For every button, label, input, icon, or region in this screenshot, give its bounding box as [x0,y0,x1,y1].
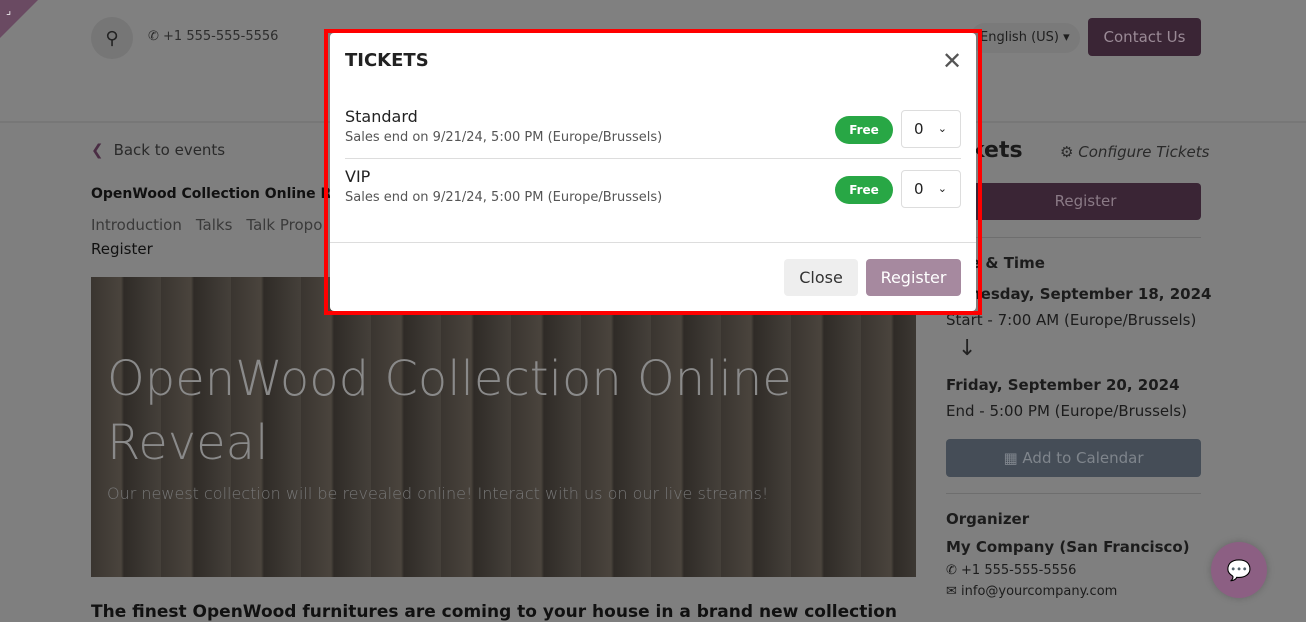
ticket-sales-end: Sales end on 9/21/24, 5:00 PM (Europe/Br… [345,130,663,145]
close-icon[interactable]: ✕ [942,47,962,75]
phone-icon: ✆ [946,563,962,578]
chat-icon: 💬 [1226,558,1252,582]
hero-subtitle: Our newest collection will be revealed o… [107,484,769,503]
quantity-select[interactable]: 0 ⌄ [901,170,961,208]
register-button[interactable]: Register [866,259,961,296]
calendar-icon: ▦ [1003,449,1023,467]
modal-footer-divider [330,242,976,243]
back-to-events-link[interactable]: ❮ Back to events [91,141,225,159]
divider [946,493,1201,494]
event-nav: Introduction Talks Talk Propo [91,216,336,234]
chevron-down-icon: ⌄ [937,182,947,195]
envelope-icon: ✉ [946,584,962,599]
quantity-select[interactable]: 0 ⌄ [901,110,961,148]
add-to-calendar-button[interactable]: ▦ Add to Calendar [946,439,1201,477]
tickets-modal: TICKETS ✕ Standard Sales end on 9/21/24,… [330,33,976,311]
phone-icon: ✆ [148,29,164,44]
tab-register[interactable]: Register [91,240,153,258]
tab-introduction[interactable]: Introduction [91,216,182,234]
chevron-down-icon: ⌄ [937,122,947,135]
event-hero-banner: OpenWood Collection Online Reveal Our ne… [91,277,916,577]
tab-talks[interactable]: Talks [196,216,233,234]
hero-title: OpenWood Collection Online Reveal [107,351,792,471]
section-heading: The finest OpenWood furnitures are comin… [91,602,897,622]
start-date: nesday, September 18, 2024 [970,285,1212,303]
arrow-down-icon: ↓ [958,336,977,361]
divider [345,158,961,159]
organizer-label: Organizer [946,510,1030,528]
modal-title: TICKETS [345,50,429,71]
end-time: End - 5:00 PM (Europe/Brussels) [946,402,1187,420]
edit-corner-icon[interactable]: ⌟ [0,0,38,38]
configure-tickets-link[interactable]: ⚙ Configure Tickets [1060,143,1209,161]
organizer-phone: ✆ +1 555-555-5556 [946,563,1077,578]
ticket-sales-end: Sales end on 9/21/24, 5:00 PM (Europe/Br… [345,190,663,205]
ticket-name: VIP [345,167,371,186]
organizer-email[interactable]: ✉ info@yourcompany.com [946,584,1117,599]
start-time: Start - 7:00 AM (Europe/Brussels) [946,311,1197,329]
language-selector[interactable]: English (US) ▾ [970,23,1080,53]
tab-talk-proposals[interactable]: Talk Propo [246,216,322,234]
divider [946,237,1201,238]
organizer-name: My Company (San Francisco) [946,538,1190,556]
live-chat-button[interactable]: 💬 [1211,542,1267,598]
chevron-left-icon: ❮ [91,141,104,159]
event-title: OpenWood Collection Online Re [91,186,341,202]
end-date: Friday, September 20, 2024 [946,376,1180,394]
price-badge: Free [835,116,893,144]
header-phone: ✆ +1 555-555-5556 [148,29,279,44]
ticket-name: Standard [345,107,418,126]
close-button[interactable]: Close [784,259,858,296]
price-badge: Free [835,176,893,204]
sidebar-register-button[interactable]: Register [970,183,1201,220]
search-button[interactable]: ⚲ [91,17,133,59]
search-icon: ⚲ [105,27,119,49]
contact-us-button[interactable]: Contact Us [1088,18,1201,56]
gear-icon: ⚙ [1060,143,1079,161]
